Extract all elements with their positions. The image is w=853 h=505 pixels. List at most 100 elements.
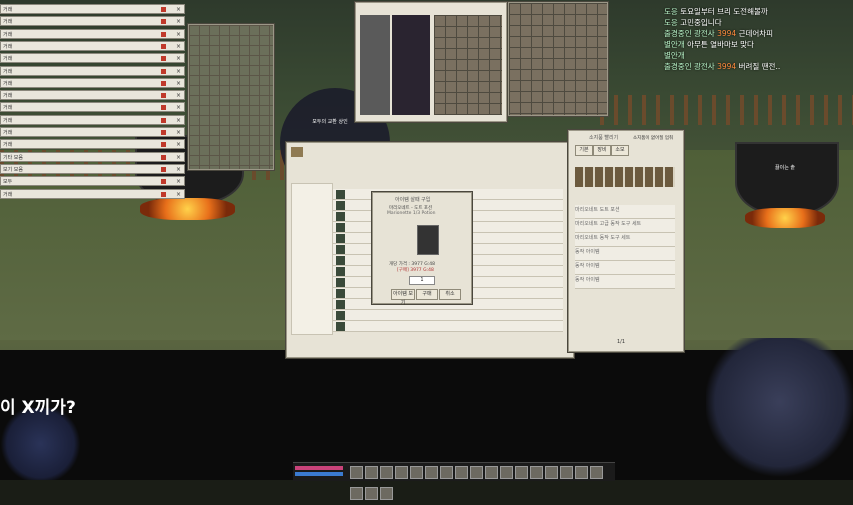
close-icon[interactable]: ×	[176, 165, 181, 175]
close-icon[interactable]: ×	[176, 140, 181, 150]
tab-consume[interactable]: 소모	[611, 145, 629, 156]
left-list-row[interactable]: 보기 모음 ×	[0, 163, 185, 175]
hotbar-slot[interactable]	[350, 466, 363, 479]
pin-icon[interactable]	[161, 93, 166, 99]
pin-icon[interactable]	[161, 56, 166, 62]
hotbar-slot[interactable]	[515, 466, 528, 479]
hotbar[interactable]	[293, 462, 615, 500]
pin-icon[interactable]	[161, 80, 166, 86]
left-list-row[interactable]: 거래 ×	[0, 90, 185, 101]
pin-icon[interactable]	[161, 154, 166, 160]
chat-name: 별안개	[664, 40, 685, 49]
shop-item-row[interactable]	[333, 310, 563, 321]
pin-icon[interactable]	[161, 117, 166, 123]
tab-basic[interactable]: 기본	[575, 145, 593, 156]
side-check-label[interactable]: 소지품이 없어질 멈춰	[633, 135, 673, 141]
pin-icon[interactable]	[161, 179, 166, 185]
close-icon[interactable]: ×	[176, 79, 181, 89]
hotbar-slot[interactable]	[485, 466, 498, 479]
item-icon	[336, 267, 345, 276]
hotbar-slot[interactable]	[530, 466, 543, 479]
left-list-row[interactable]: 거래 ×	[0, 4, 185, 14]
close-icon[interactable]: ×	[176, 5, 181, 15]
bag-window-2[interactable]	[508, 2, 608, 116]
equip-inventory-grid[interactable]	[434, 15, 502, 115]
side-item-row[interactable]: 마리오네트 고급 동작 도구 세트	[575, 219, 675, 233]
side-window[interactable]: 소지품 빨리기 기본 장비 소모 소지품이 없어질 멈춰 마리오네트 도트 포션…	[568, 130, 684, 352]
hotbar-slot[interactable]	[365, 487, 378, 500]
hotbar-slot[interactable]	[410, 466, 423, 479]
close-icon[interactable]: ×	[176, 153, 181, 163]
close-icon[interactable]: ×	[176, 190, 181, 200]
hotbar-slot[interactable]	[380, 487, 393, 500]
hotbar-slot[interactable]	[500, 466, 513, 479]
hotbar-slot[interactable]	[590, 466, 603, 479]
equip-slots[interactable]	[360, 15, 390, 115]
tab-equip[interactable]: 장비	[593, 145, 611, 156]
left-list-row[interactable]: 거래 ×	[0, 139, 185, 150]
cauldron-right[interactable]	[735, 142, 839, 216]
pin-icon[interactable]	[161, 105, 166, 111]
cancel-button[interactable]: 취소	[439, 289, 461, 300]
hotbar-slot[interactable]	[560, 466, 573, 479]
left-list-row[interactable]: 거래 ×	[0, 40, 185, 52]
left-list-row[interactable]: 모두 ×	[0, 176, 185, 187]
quantity-input[interactable]: 1	[409, 276, 435, 285]
close-icon[interactable]: ×	[176, 30, 181, 40]
hotbar-slot[interactable]	[395, 466, 408, 479]
hotbar-slot[interactable]	[575, 466, 588, 479]
side-icon-strip[interactable]	[575, 167, 675, 187]
left-list-row[interactable]: 거래 ×	[0, 77, 185, 89]
close-icon[interactable]: ×	[176, 103, 181, 113]
hotbar-slots[interactable]	[349, 463, 615, 505]
left-list-row[interactable]: 거래 ×	[0, 28, 185, 40]
side-item-row[interactable]: 동작 아이템	[575, 261, 675, 275]
hotbar-slot[interactable]	[350, 487, 363, 500]
side-item-row[interactable]: 동작 아이템	[575, 247, 675, 261]
left-list-row[interactable]: 거래 ×	[0, 102, 185, 113]
pin-icon[interactable]	[161, 7, 166, 12]
hotbar-slot[interactable]	[365, 466, 378, 479]
side-item-row[interactable]: 마리오네트 동작 도구 세트	[575, 233, 675, 247]
left-list-row[interactable]: 기타 모음 ×	[0, 151, 185, 163]
close-icon[interactable]: ×	[176, 116, 181, 126]
left-list-row[interactable]: 거래 ×	[0, 127, 185, 137]
left-list-row[interactable]: 거래 ×	[0, 65, 185, 77]
shop-item-row[interactable]	[333, 321, 563, 332]
pin-icon[interactable]	[161, 166, 166, 172]
close-icon[interactable]: ×	[176, 42, 181, 52]
equipment-window[interactable]	[355, 2, 507, 122]
view-item-button[interactable]: 아이템 보기	[391, 289, 415, 306]
hotbar-slot[interactable]	[455, 466, 468, 479]
purchase-dialog[interactable]: 아이템 살때 구입 마리오네트 - 도트 포션 Marionette 1/3 P…	[372, 192, 472, 306]
left-list-row[interactable]: 거래 ×	[0, 16, 185, 27]
left-list-row[interactable]: 거래 ×	[0, 53, 185, 64]
pin-icon[interactable]	[161, 130, 166, 135]
hotbar-slot[interactable]	[545, 466, 558, 479]
item-icon	[336, 300, 345, 309]
close-icon[interactable]: ×	[176, 128, 181, 138]
pin-icon[interactable]	[161, 191, 166, 197]
close-icon[interactable]: ×	[176, 67, 181, 77]
bag-window-1[interactable]	[188, 24, 274, 170]
pin-icon[interactable]	[161, 142, 166, 148]
side-item-row[interactable]: 동작 아이템	[575, 275, 675, 289]
pin-icon[interactable]	[161, 31, 166, 37]
buy-button[interactable]: 구매	[416, 289, 438, 300]
close-icon[interactable]: ×	[176, 54, 181, 64]
pin-icon[interactable]	[161, 68, 166, 74]
close-icon[interactable]: ×	[176, 177, 181, 187]
left-list-row[interactable]: 거래 ×	[0, 114, 185, 126]
pin-icon[interactable]	[161, 19, 166, 25]
category-tree[interactable]	[291, 183, 333, 335]
close-icon[interactable]: ×	[176, 17, 181, 27]
side-item-row[interactable]: 마리오네트 도트 포션	[575, 205, 675, 219]
pin-icon[interactable]	[161, 43, 166, 49]
hotbar-slot[interactable]	[440, 466, 453, 479]
hotbar-slot[interactable]	[425, 466, 438, 479]
hotbar-slot[interactable]	[380, 466, 393, 479]
close-icon[interactable]: ×	[176, 91, 181, 101]
side-item-list[interactable]: 마리오네트 도트 포션 마리오네트 고급 동작 도구 세트 마리오네트 동작 도구 …	[575, 205, 675, 289]
hotbar-slot[interactable]	[470, 466, 483, 479]
left-list-row[interactable]: 거래 ×	[0, 188, 185, 200]
